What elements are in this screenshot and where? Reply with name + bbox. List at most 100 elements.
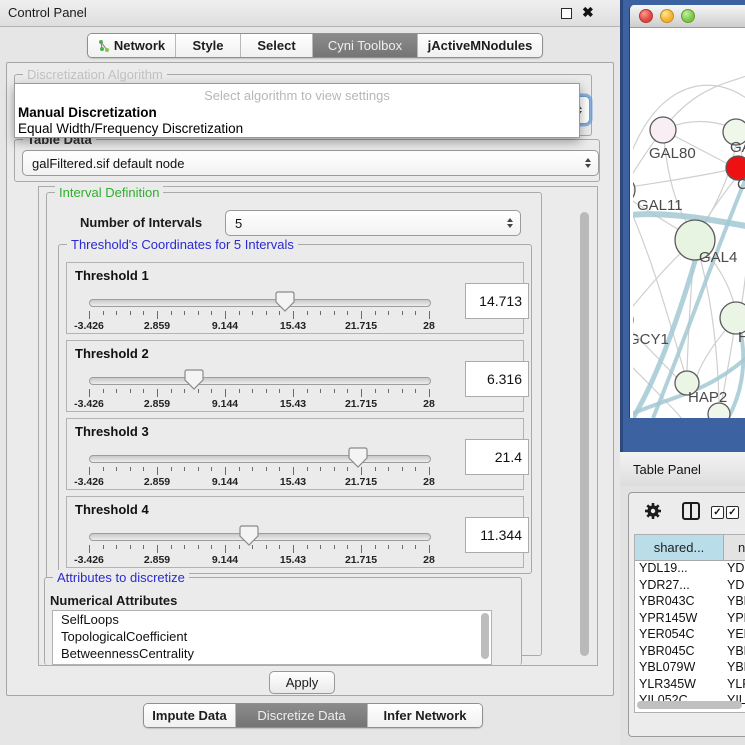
threshold-value-field[interactable]: 21.4 bbox=[465, 439, 529, 475]
close-icon[interactable]: ✖ bbox=[582, 4, 594, 21]
cell-shared-name: YLR345W bbox=[639, 677, 696, 691]
attribute-list-item[interactable]: SelfLoops bbox=[53, 611, 491, 628]
numerical-attributes-label: Numerical Attributes bbox=[50, 593, 177, 608]
column-header-name[interactable]: na bbox=[724, 535, 745, 560]
checkbox-icon[interactable]: ✓ bbox=[711, 506, 724, 519]
threshold-slider-thumb[interactable] bbox=[239, 525, 259, 546]
table-row[interactable]: YDL19...YDL19 bbox=[635, 560, 745, 577]
tab-network[interactable]: Network bbox=[88, 34, 176, 57]
combo-arrows-icon bbox=[507, 218, 513, 228]
threshold-slider-thumb[interactable] bbox=[275, 291, 295, 312]
tick-label: 15.43 bbox=[280, 476, 306, 488]
tick-label: 21.715 bbox=[345, 398, 377, 410]
column-header-shared-name[interactable]: shared... bbox=[635, 535, 724, 560]
tab-jactivemnodules[interactable]: jActiveMNodules bbox=[418, 34, 542, 57]
cell-shared-name: YDR27... bbox=[639, 578, 690, 592]
tick-label: 9.144 bbox=[212, 398, 238, 410]
attributes-group-title: Attributes to discretize bbox=[53, 570, 189, 585]
tab-select[interactable]: Select bbox=[241, 34, 313, 57]
threshold-slider-track[interactable] bbox=[89, 533, 431, 541]
table-row[interactable]: YDR27... YDR27 bbox=[635, 577, 745, 594]
threshold-value-field[interactable]: 14.713 bbox=[465, 283, 529, 319]
tick-label: 2.859 bbox=[144, 476, 170, 488]
node-label: GAL80 bbox=[649, 145, 696, 162]
node-gal80[interactable] bbox=[650, 117, 676, 143]
top-tab-bar: Network Style Select Cyni ToolboxjActiveMNo… bbox=[87, 33, 543, 58]
cell-shared-name: YER054C bbox=[639, 627, 695, 641]
threshold-label: Threshold 1 bbox=[75, 268, 149, 283]
network-window-titlebar bbox=[630, 5, 745, 28]
tick-label: 2.859 bbox=[144, 554, 170, 566]
minimize-traffic-light-icon[interactable] bbox=[660, 9, 674, 23]
threshold-slider-track[interactable] bbox=[89, 377, 431, 385]
cell-shared-name: YPR145W bbox=[639, 611, 697, 625]
gear-icon[interactable] bbox=[644, 502, 662, 520]
tab-style[interactable]: Style bbox=[176, 34, 241, 57]
tab-label: Discretize Data bbox=[257, 708, 345, 723]
tick-label: 2.859 bbox=[144, 398, 170, 410]
number-of-intervals-combo[interactable]: 5 bbox=[225, 210, 521, 236]
table-data-combo[interactable]: galFiltered.sif default node bbox=[22, 150, 599, 176]
float-window-icon[interactable] bbox=[561, 8, 572, 19]
tick-label: -3.426 bbox=[74, 398, 104, 410]
cell-shared-name: YBL079W bbox=[639, 660, 695, 674]
cell-shared-name: YBR045C bbox=[639, 644, 695, 658]
threshold-3-box: Threshold 3-3.4262.8599.14415.4321.71528… bbox=[66, 418, 524, 490]
table-row[interactable]: YER054C YER05 bbox=[635, 626, 745, 643]
node-attribute-table: shared... na YDL19...YDL19YDR27...YDR27Y… bbox=[634, 534, 745, 713]
algorithm-group-title: Discretization Algorithm bbox=[23, 67, 167, 82]
cell-name: YBR04 bbox=[727, 594, 745, 608]
tick-label: 21.715 bbox=[345, 320, 377, 332]
numerical-attributes-list[interactable]: SelfLoopsTopologicalCoefficientBetweenne… bbox=[52, 610, 492, 665]
threshold-1-box: Threshold 1-3.4262.8599.14415.4321.71528… bbox=[66, 262, 524, 334]
threshold-slider-track[interactable] bbox=[89, 299, 431, 307]
cell-name: YDR27 bbox=[727, 578, 745, 592]
node-label: C bbox=[737, 176, 745, 193]
tick-label: 9.144 bbox=[212, 554, 238, 566]
cell-shared-name: YDL19... bbox=[639, 561, 688, 575]
attribute-list-item[interactable]: BetweennessCentrality bbox=[53, 645, 491, 662]
table-row[interactable]: YBR045CYBR04 bbox=[635, 643, 745, 660]
checkbox-icon[interactable]: ✓ bbox=[726, 506, 739, 519]
tab-discretize-data[interactable]: Discretize Data bbox=[236, 704, 368, 727]
tab-infer-network[interactable]: Infer Network bbox=[368, 704, 482, 727]
network-graph-canvas[interactable]: GAL80GACGAL11GAL4HGCY1HAP2 bbox=[633, 28, 745, 418]
tab-label: Select bbox=[257, 38, 295, 53]
slider-tick-labels: -3.4262.8599.14415.4321.71528 bbox=[89, 554, 429, 566]
vertical-scrollbar[interactable] bbox=[580, 212, 589, 656]
tab-impute-data[interactable]: Impute Data bbox=[144, 704, 236, 727]
node-label: GAL4 bbox=[699, 249, 737, 266]
threshold-label: Threshold 2 bbox=[75, 346, 149, 361]
slider-tick-marks bbox=[89, 389, 429, 398]
apply-button[interactable]: Apply bbox=[269, 671, 335, 694]
split-columns-icon[interactable] bbox=[681, 501, 701, 521]
list-scrollbar[interactable] bbox=[481, 613, 489, 659]
table-row[interactable]: YBR043CYBR04 bbox=[635, 593, 745, 610]
zoom-traffic-light-icon[interactable] bbox=[681, 9, 695, 23]
tick-label: 28 bbox=[423, 554, 435, 566]
table-row[interactable]: YPR145WYPR14 bbox=[635, 610, 745, 627]
threshold-value-field[interactable]: 11.344 bbox=[465, 517, 529, 553]
combo-arrows-icon bbox=[585, 158, 591, 168]
tick-label: -3.426 bbox=[74, 476, 104, 488]
threshold-slider-track[interactable] bbox=[89, 455, 431, 463]
close-traffic-light-icon[interactable] bbox=[639, 9, 653, 23]
tick-label: 9.144 bbox=[212, 476, 238, 488]
threshold-slider-thumb[interactable] bbox=[348, 447, 368, 468]
cell-name: YER05 bbox=[727, 627, 745, 641]
table-data-value: galFiltered.sif default node bbox=[32, 156, 184, 171]
threshold-slider-thumb[interactable] bbox=[184, 369, 204, 390]
node-gal11[interactable] bbox=[633, 177, 635, 203]
horizontal-scrollbar[interactable] bbox=[637, 701, 742, 709]
tab-label: Network bbox=[114, 38, 165, 53]
table-row[interactable]: YBL079WYBL07 bbox=[635, 659, 745, 676]
control-panel-titlebar: Control Panel bbox=[0, 0, 620, 27]
popup-option-equal-width[interactable]: Equal Width/Frequency Discretization bbox=[18, 121, 243, 136]
attribute-list-item[interactable]: TopologicalCoefficient bbox=[53, 628, 491, 645]
tab-cyni-toolbox[interactable]: Cyni Toolbox bbox=[313, 34, 418, 57]
table-row[interactable]: YLR345WYLR34 bbox=[635, 676, 745, 693]
tab-label: Infer Network bbox=[383, 708, 466, 723]
threshold-value-field[interactable]: 6.316 bbox=[465, 361, 529, 397]
table-panel-titlebar: Table Panel bbox=[620, 452, 745, 487]
popup-option-manual-discretization[interactable]: Manual Discretization bbox=[18, 105, 157, 120]
